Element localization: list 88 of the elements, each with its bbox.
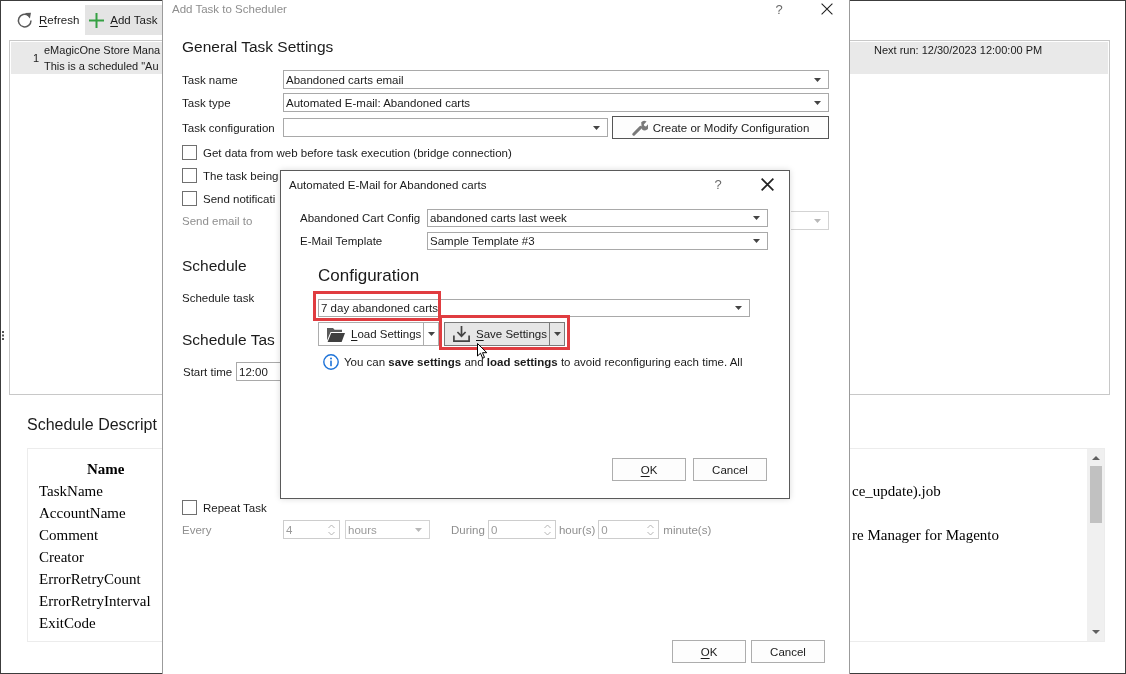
dropdown-field[interactable]: Automated E-mail: Abandoned carts xyxy=(283,93,829,112)
checkbox-label: Get data from web before task execution (bridge connection) xyxy=(203,146,512,159)
checkbox-label: Send notificati xyxy=(203,192,276,205)
close-icon xyxy=(821,3,833,15)
scrollbar[interactable] xyxy=(1087,449,1104,641)
field-label: Schedule task xyxy=(182,291,255,304)
table-cell: ErrorRetryInterval xyxy=(39,592,151,610)
dialog-button[interactable]: Cancel xyxy=(693,458,767,481)
folder-icon xyxy=(327,326,345,342)
column-header: Name xyxy=(87,460,125,478)
table-cell: Comment xyxy=(39,526,99,544)
dropdown-field[interactable]: abandoned carts last week xyxy=(427,209,768,227)
dropdown-field[interactable] xyxy=(283,118,608,137)
field-label: Start time xyxy=(183,365,233,378)
scrollbar-thumb[interactable] xyxy=(1089,466,1102,523)
checkbox[interactable] xyxy=(182,145,197,160)
info-text: You can save settings and load settings to avoid reconfiguring each time. All xyxy=(344,355,743,370)
dropdown-arrow-icon xyxy=(427,332,435,336)
field-label: E-Mail Template xyxy=(300,235,383,247)
dropdown-arrow-icon xyxy=(814,100,821,105)
dropdown-arrow-icon xyxy=(814,77,821,82)
dropdown-arrow-icon xyxy=(814,218,821,223)
split-button[interactable]: Load Settings xyxy=(318,322,424,346)
table-cell: ce_update).job xyxy=(852,482,941,500)
checkbox[interactable] xyxy=(182,191,197,206)
dropdown-field[interactable]: Abandoned carts email xyxy=(283,70,829,89)
toolbar-button[interactable]: Refresh xyxy=(12,5,85,35)
dropdown-arrow-icon xyxy=(553,332,561,336)
next-run-text: Next run: 12/30/2023 12:00:00 PM xyxy=(874,43,1043,58)
download-icon xyxy=(453,326,470,342)
field-label: hour(s) xyxy=(558,523,596,536)
dropdown-arrow-icon xyxy=(753,216,760,220)
checkbox-label: Repeat Task xyxy=(203,501,267,514)
row-number: 1 xyxy=(32,52,39,64)
scroll-up-icon[interactable] xyxy=(1091,456,1100,460)
field-label: Abandoned Cart Config xyxy=(300,212,421,224)
section-heading: Configuration xyxy=(318,265,420,287)
spinner-arrows-icon xyxy=(647,523,655,536)
dialog-title: Automated E-Mail for Abandoned carts xyxy=(289,178,487,191)
checkbox[interactable] xyxy=(182,500,197,515)
wrench-icon xyxy=(631,119,648,136)
table-cell: Creator xyxy=(39,548,84,566)
dropdown-button[interactable] xyxy=(424,322,439,346)
close-icon xyxy=(760,178,774,191)
dialog-title: Add Task to Scheduler xyxy=(172,3,287,15)
section-heading: Schedule Tas xyxy=(182,330,275,350)
refresh-icon xyxy=(16,11,33,29)
spinner-arrows-icon xyxy=(543,523,551,536)
table-cell: TaskName xyxy=(39,482,103,500)
field-label: Task configuration xyxy=(182,121,275,134)
dialog-button[interactable]: OK xyxy=(672,640,746,663)
field-label: Task name xyxy=(182,73,238,86)
task-title: eMagicOne Store Mana xyxy=(44,43,161,58)
configuration-button[interactable]: Create or Modify Configuration xyxy=(612,116,829,139)
field-label: Every xyxy=(182,523,212,536)
field-label: Task type xyxy=(182,96,231,109)
split-button[interactable]: Save Settings xyxy=(444,322,550,346)
section-heading: Schedule xyxy=(182,256,247,276)
dropdown-arrow-icon xyxy=(753,239,760,243)
help-button[interactable]: ? xyxy=(701,171,735,198)
time-field[interactable]: 12:00 xyxy=(236,362,281,381)
dropdown-field[interactable]: 7 day abandoned carts xyxy=(318,299,750,317)
dropdown-arrow-icon xyxy=(593,125,600,130)
table-cell: ExitCode xyxy=(39,614,96,632)
section-heading: General Task Settings xyxy=(182,37,334,57)
table-cell: re Manager for Magento xyxy=(852,526,1000,544)
dialog-button[interactable]: OK xyxy=(612,458,686,481)
dropdown-field[interactable]: Sample Template #3 xyxy=(427,232,768,250)
spinner-arrows-icon xyxy=(328,523,335,536)
task-description: This is a scheduled "Au xyxy=(44,59,159,74)
checkbox-label: The task being xyxy=(203,169,279,182)
dropdown-arrow-icon xyxy=(415,527,422,532)
field-label: During xyxy=(451,523,485,536)
checkbox[interactable] xyxy=(182,168,197,183)
info-icon xyxy=(323,354,339,370)
scroll-down-icon[interactable] xyxy=(1091,630,1100,634)
dialog-button[interactable]: Cancel xyxy=(751,640,825,663)
dropdown-arrow-icon xyxy=(735,306,742,310)
field-label: minute(s) xyxy=(663,523,712,536)
section-heading: Schedule Descript xyxy=(27,415,157,435)
help-button[interactable]: ? xyxy=(762,0,796,18)
field-label: Send email to xyxy=(182,214,253,227)
mouse-pointer-icon xyxy=(477,343,488,359)
table-cell: ErrorRetryCount xyxy=(39,570,141,588)
plus-icon xyxy=(89,12,105,28)
toolbar-button[interactable]: Add Task xyxy=(85,5,163,35)
table-cell: AccountName xyxy=(39,504,126,522)
dropdown-button[interactable] xyxy=(550,322,565,346)
